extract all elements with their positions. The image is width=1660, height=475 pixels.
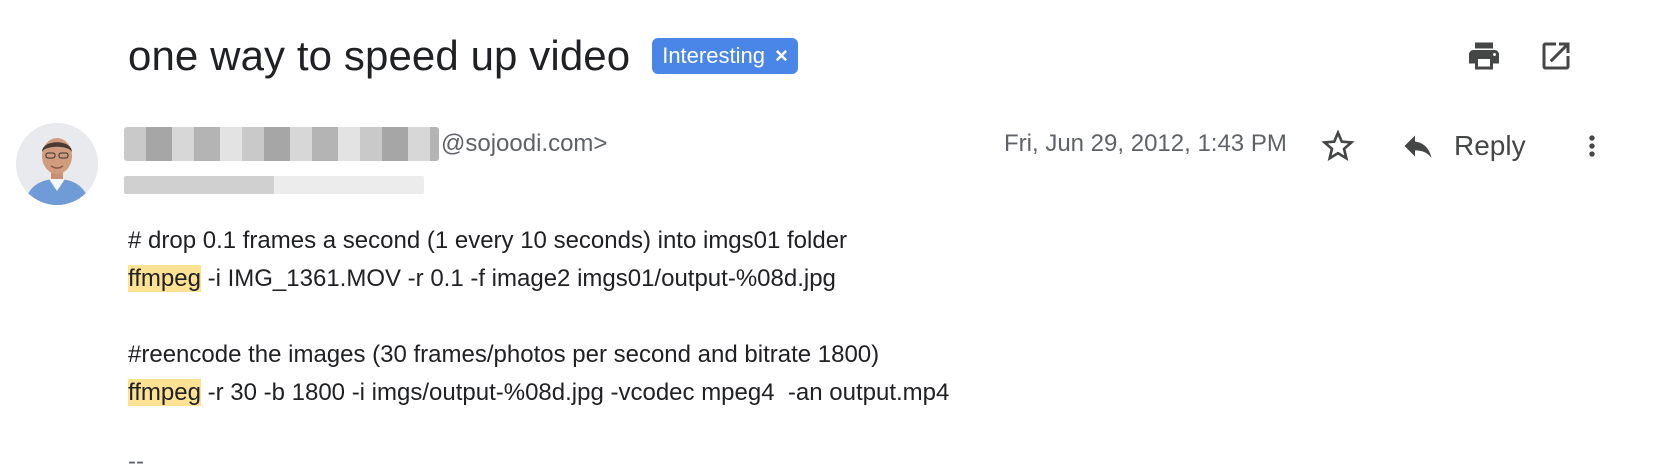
reply-label: Reply — [1454, 130, 1526, 161]
more-vertical-icon[interactable] — [1576, 126, 1608, 166]
command-text: -i IMG_1361.MOV -r 0.1 -f image2 imgs01/… — [200, 265, 836, 292]
email-subject: one way to speed up video — [128, 32, 631, 79]
body-line-3: #reencode the images (30 frames/photos p… — [128, 341, 880, 368]
highlighted-term: ffmpeg — [128, 379, 201, 406]
print-icon[interactable] — [1466, 38, 1502, 74]
label-chip-text: Interesting — [662, 43, 765, 68]
sender-avatar[interactable] — [16, 123, 98, 205]
sender-row: @sojoodi.com> — [124, 126, 607, 162]
sender-email: @sojoodi.com> — [441, 130, 608, 157]
remove-label-button[interactable]: × — [775, 45, 788, 67]
avatar-photo — [16, 123, 98, 205]
command-text: -r 30 -b 1800 -i imgs/output-%08d.jpg -v… — [200, 379, 950, 406]
highlighted-term: ffmpeg — [128, 265, 201, 292]
email-body: # drop 0.1 frames a second (1 every 10 s… — [128, 222, 949, 412]
body-line-2: ffmpeg -i IMG_1361.MOV -r 0.1 -f image2 … — [128, 260, 949, 298]
body-line-1: # drop 0.1 frames a second (1 every 10 s… — [128, 227, 848, 254]
email-date: Fri, Jun 29, 2012, 1:43 PM — [1004, 130, 1287, 157]
subject-row: one way to speed up video Interesting × — [128, 28, 798, 84]
signature-separator: -- — [128, 448, 144, 475]
recipient-redacted[interactable] — [124, 176, 424, 194]
reply-button[interactable]: Reply — [1400, 124, 1526, 168]
body-line-4: ffmpeg -r 30 -b 1800 -i imgs/output-%08d… — [128, 374, 949, 412]
star-icon[interactable] — [1318, 126, 1358, 166]
reply-icon — [1404, 135, 1432, 158]
label-chip-interesting[interactable]: Interesting × — [652, 38, 798, 74]
sender-name-redacted — [124, 127, 439, 161]
open-in-new-window-icon[interactable] — [1538, 38, 1574, 74]
